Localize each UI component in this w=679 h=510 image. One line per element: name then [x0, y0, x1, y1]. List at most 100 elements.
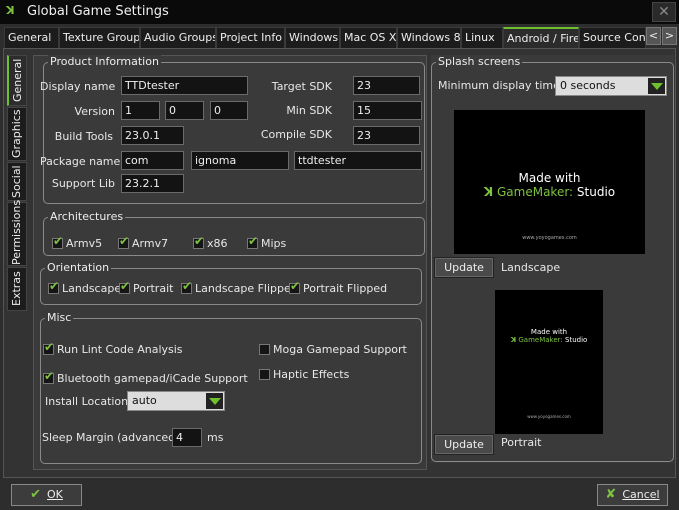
arch-x86-checkbox[interactable]: x86 — [193, 234, 228, 250]
tab-audio-groups[interactable]: Audio Groups — [140, 27, 216, 48]
display-name-field[interactable]: TTDtester — [121, 76, 248, 95]
checkbox-checked-icon — [247, 234, 258, 249]
gamemaker-logo-icon: ꓘ — [6, 4, 15, 17]
splash-made-with: Made with — [530, 328, 568, 336]
gamemaker-logo-icon: ꓘ — [483, 185, 494, 199]
min-display-time-label: Minimum display time: — [438, 79, 564, 92]
run-lint-checkbox[interactable]: Run Lint Code Analysis — [43, 340, 183, 356]
checkbox-checked-icon — [181, 279, 192, 294]
haptic-effects-checkbox[interactable]: Haptic Effects — [259, 368, 349, 381]
orientation-landscape-checkbox[interactable]: Landscape — [48, 279, 122, 295]
compile-sdk-label: Compile SDK — [260, 128, 332, 141]
checkbox-checked-icon — [289, 279, 300, 294]
tab-windows[interactable]: Windows — [285, 27, 340, 48]
cancel-x-icon: ✘ — [605, 487, 617, 502]
checkbox-checked-icon — [118, 234, 129, 249]
build-tools-field[interactable]: 23.0.1 — [121, 126, 184, 145]
tab-scroll-left-button[interactable]: < — [646, 27, 661, 45]
window-title: Global Game Settings — [27, 4, 169, 19]
orientation-portrait-checkbox[interactable]: Portrait — [119, 279, 174, 295]
arch-mips-label: Mips — [261, 237, 287, 250]
display-name-label: Display name — [40, 80, 116, 93]
checkbox-unchecked-icon — [259, 369, 270, 380]
orientation-landscape-label: Landscape — [62, 282, 122, 295]
arch-armv5-label: Armv5 — [66, 237, 103, 250]
splash-brand: GameMaker: — [518, 336, 563, 344]
sleep-margin-label: Sleep Margin (advanced): — [42, 431, 184, 444]
ok-label: OK — [47, 488, 63, 501]
haptic-effects-label: Haptic Effects — [273, 368, 350, 381]
bluetooth-gamepad-checkbox[interactable]: Bluetooth gamepad/iCade Support — [43, 369, 248, 385]
splash-url: www.yoyogames.com — [527, 414, 571, 419]
side-tab-extras[interactable]: Extras — [7, 267, 27, 311]
update-landscape-button[interactable]: Update — [434, 257, 494, 278]
portrait-label: Portrait — [501, 436, 542, 449]
cancel-label: Cancel — [622, 488, 660, 501]
product-information-legend: Product Information — [48, 55, 161, 68]
install-location-label: Install Location: — [45, 395, 132, 408]
splash-brand: GameMaker: — [496, 185, 574, 199]
arch-armv5-checkbox[interactable]: Armv5 — [52, 234, 103, 250]
ok-button[interactable]: ✔ OK — [11, 484, 82, 506]
version-major-field[interactable]: 1 — [121, 101, 160, 120]
tab-general[interactable]: General — [4, 27, 59, 48]
arch-armv7-checkbox[interactable]: Armv7 — [118, 234, 168, 250]
side-tab-permissions[interactable]: Permissions — [7, 200, 27, 266]
checkbox-checked-icon — [52, 234, 63, 249]
orientation-portrait-flipped-label: Portrait Flipped — [303, 282, 388, 295]
architectures-legend: Architectures — [48, 210, 126, 223]
splash-brand2: Studio — [565, 336, 588, 344]
package-part2-field[interactable]: ignoma — [191, 151, 289, 170]
bluetooth-gamepad-label: Bluetooth gamepad/iCade Support — [57, 372, 248, 385]
checkmark-icon: ✔ — [30, 487, 42, 502]
target-sdk-label: Target SDK — [271, 80, 332, 93]
orientation-portrait-label: Portrait — [133, 282, 174, 295]
support-lib-label: Support Lib — [51, 177, 115, 190]
close-button[interactable]: ✕ — [652, 2, 676, 22]
side-tab-social[interactable]: Social — [7, 162, 27, 201]
chevron-down-icon — [206, 393, 223, 409]
min-display-time-value: 0 seconds — [560, 79, 616, 92]
orientation-landscape-flipped-checkbox[interactable]: Landscape Flipped — [181, 279, 298, 295]
run-lint-label: Run Lint Code Analysis — [57, 343, 183, 356]
arch-x86-label: x86 — [207, 237, 228, 250]
gamemaker-logo-icon: ꓘ — [510, 336, 517, 344]
checkbox-unchecked-icon — [259, 344, 270, 355]
package-part1-field[interactable]: com — [121, 151, 184, 170]
checkbox-checked-icon — [193, 234, 204, 249]
splash-screens-legend: Splash screens — [436, 55, 523, 68]
cancel-button[interactable]: ✘ Cancel — [597, 484, 668, 506]
misc-legend: Misc — [45, 311, 74, 324]
support-lib-field[interactable]: 23.2.1 — [121, 174, 184, 193]
package-part3-field[interactable]: ttdtester — [294, 151, 422, 170]
tab-project-info[interactable]: Project Info — [216, 27, 285, 48]
orientation-landscape-flipped-label: Landscape Flipped — [195, 282, 298, 295]
side-tab-graphics[interactable]: Graphics — [7, 107, 27, 161]
tab-scroll-right-button[interactable]: > — [662, 27, 677, 45]
sleep-margin-field[interactable]: 4 — [172, 428, 202, 447]
moga-gamepad-checkbox[interactable]: Moga Gamepad Support — [259, 343, 407, 356]
tab-windows-8[interactable]: Windows 8 — [397, 27, 461, 48]
moga-gamepad-label: Moga Gamepad Support — [273, 343, 407, 356]
update-portrait-button[interactable]: Update — [434, 434, 494, 455]
side-tab-general[interactable]: General — [7, 55, 27, 106]
landscape-splash-image: Made with ꓘ GameMaker: Studio www.yoyoga… — [454, 110, 645, 254]
install-location-value: auto — [132, 394, 157, 407]
tab-source-control[interactable]: Source Cont — [579, 27, 646, 48]
compile-sdk-field[interactable]: 23 — [353, 126, 420, 145]
tab-mac-os-x[interactable]: Mac OS X — [340, 27, 397, 48]
arch-mips-checkbox[interactable]: Mips — [247, 234, 287, 250]
tab-linux[interactable]: Linux — [461, 27, 503, 48]
orientation-portrait-flipped-checkbox[interactable]: Portrait Flipped — [289, 279, 388, 295]
portrait-splash-image: Made with ꓘ GameMaker: Studio www.yoyoga… — [495, 290, 603, 434]
install-location-select[interactable]: auto — [127, 391, 225, 411]
target-sdk-field[interactable]: 23 — [353, 76, 420, 95]
version-patch-field[interactable]: 0 — [210, 101, 248, 120]
min-display-time-select[interactable]: 0 seconds — [555, 76, 667, 96]
tab-texture-groups[interactable]: Texture Groups — [59, 27, 140, 48]
version-minor-field[interactable]: 0 — [165, 101, 204, 120]
tab-android-fire[interactable]: Android / Fire — [503, 27, 579, 48]
build-tools-label: Build Tools — [54, 130, 113, 143]
min-sdk-field[interactable]: 15 — [353, 101, 422, 120]
checkbox-checked-icon — [43, 340, 54, 355]
